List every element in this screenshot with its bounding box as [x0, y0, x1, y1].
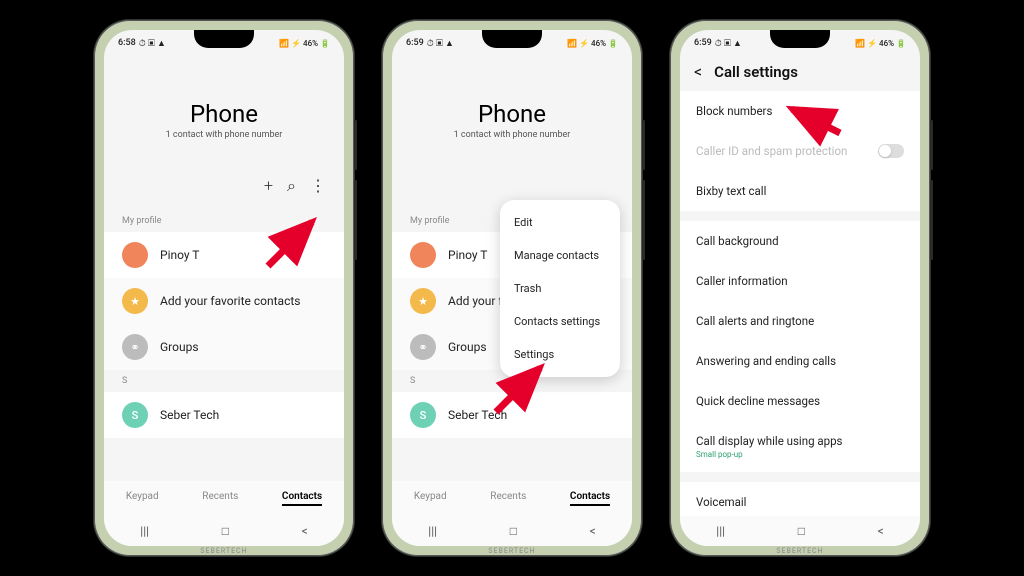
search-icon[interactable]: ⌕ — [287, 176, 296, 196]
status-right-icons: 📶 ⚡ 46% 🔋 — [855, 39, 906, 48]
nav-recent-icon[interactable]: ||| — [716, 524, 725, 538]
nav-home-icon[interactable]: □ — [798, 524, 805, 538]
page-subtitle: 1 contact with phone number — [104, 130, 344, 140]
settings-list[interactable]: Block numbers Caller ID and spam protect… — [680, 91, 920, 516]
brand-watermark: SEBERTECH — [200, 547, 247, 555]
contact-name: Seber Tech — [160, 408, 219, 422]
phone-mockup-3: 6:59 ⏱ ▣ ▲ 📶 ⚡ 46% 🔋 < Call settings Blo… — [670, 20, 930, 556]
profile-name: Pinoy T — [160, 248, 199, 262]
nav-back-icon[interactable]: < — [302, 524, 308, 538]
settings-caller-id: Caller ID and spam protection — [680, 131, 920, 171]
brand-watermark: SEBERTECH — [776, 547, 823, 555]
settings-call-background[interactable]: Call background — [680, 221, 920, 261]
nav-back-icon[interactable]: < — [590, 524, 596, 538]
page-title: Phone — [392, 100, 632, 128]
back-icon[interactable]: < — [694, 62, 702, 81]
avatar-s: S — [122, 402, 148, 428]
toggle-off-icon — [878, 144, 904, 158]
nav-bar: ||| □ < — [392, 516, 632, 546]
contact-name: Seber Tech — [448, 408, 507, 422]
section-s: S — [104, 370, 344, 392]
screen-2: 6:59 ⏱ ▣ ▲ 📶 ⚡ 46% 🔋 Phone 1 contact wit… — [392, 30, 632, 546]
menu-trash[interactable]: Trash — [500, 272, 620, 305]
tab-recents[interactable]: Recents — [490, 491, 526, 506]
status-left-icons: ⏱ ▣ ▲ — [139, 38, 166, 49]
settings-block-numbers[interactable]: Block numbers — [680, 91, 920, 131]
menu-manage-contacts[interactable]: Manage contacts — [500, 239, 620, 272]
avatar-profile — [410, 242, 436, 268]
notch — [482, 30, 542, 48]
favorites-row[interactable]: ★ Add your favorite contacts — [104, 278, 344, 324]
status-time: 6:59 — [694, 38, 712, 48]
status-right-icons: 📶 ⚡ 46% 🔋 — [567, 39, 618, 48]
avatar-s: S — [410, 402, 436, 428]
favorites-label: Add your favorite contacts — [160, 294, 300, 308]
star-icon: ★ — [122, 288, 148, 314]
tab-contacts[interactable]: Contacts — [570, 491, 610, 506]
settings-caller-info[interactable]: Caller information — [680, 261, 920, 301]
content-area: Phone 1 contact with phone number +⌕⋮ My… — [392, 52, 632, 481]
settings-header: < Call settings — [680, 52, 920, 91]
notch — [194, 30, 254, 48]
settings-decline[interactable]: Quick decline messages — [680, 381, 920, 421]
tab-contacts[interactable]: Contacts — [282, 491, 322, 506]
status-left-icons: ⏱ ▣ ▲ — [427, 38, 454, 49]
status-right-icons: 📶 ⚡ 46% 🔋 — [279, 39, 330, 48]
nav-home-icon[interactable]: □ — [222, 524, 229, 538]
bottom-tabs: Keypad Recents Contacts — [392, 481, 632, 516]
action-row: + ⌕ ⋮ — [104, 176, 344, 210]
groups-label: Groups — [448, 340, 487, 354]
screen-1: 6:58 ⏱ ▣ ▲ 📶 ⚡ 46% 🔋 Phone 1 contact wit… — [104, 30, 344, 546]
phone-mockup-1: 6:58 ⏱ ▣ ▲ 📶 ⚡ 46% 🔋 Phone 1 contact wit… — [94, 20, 354, 556]
tab-recents[interactable]: Recents — [202, 491, 238, 506]
hero: Phone 1 contact with phone number — [392, 52, 632, 176]
star-icon: ★ — [410, 288, 436, 314]
overflow-menu: Edit Manage contacts Trash Contacts sett… — [500, 200, 620, 377]
section-my-profile: My profile — [104, 210, 344, 232]
more-icon[interactable]: ⋮ — [310, 176, 326, 196]
nav-recent-icon[interactable]: ||| — [428, 524, 437, 538]
add-icon[interactable]: + — [264, 176, 273, 196]
content-area: Phone 1 contact with phone number + ⌕ ⋮ … — [104, 52, 344, 481]
settings-bixby[interactable]: Bixby text call — [680, 171, 920, 211]
nav-back-icon[interactable]: < — [878, 524, 884, 538]
phone-mockup-2: 6:59 ⏱ ▣ ▲ 📶 ⚡ 46% 🔋 Phone 1 contact wit… — [382, 20, 642, 556]
nav-bar: ||| □ < — [104, 516, 344, 546]
settings-title: Call settings — [714, 63, 798, 81]
nav-recent-icon[interactable]: ||| — [140, 524, 149, 538]
menu-edit[interactable]: Edit — [500, 206, 620, 239]
groups-label: Groups — [160, 340, 199, 354]
settings-answering[interactable]: Answering and ending calls — [680, 341, 920, 381]
brand-watermark: SEBERTECH — [488, 547, 535, 555]
status-left-icons: ⏱ ▣ ▲ — [715, 38, 742, 49]
groups-icon: ⚭ — [410, 334, 436, 360]
tab-keypad[interactable]: Keypad — [414, 491, 447, 506]
status-time: 6:59 — [406, 38, 424, 48]
contact-row[interactable]: S Seber Tech — [392, 392, 632, 438]
menu-settings[interactable]: Settings — [500, 338, 620, 371]
contact-row[interactable]: S Seber Tech — [104, 392, 344, 438]
avatar-profile — [122, 242, 148, 268]
nav-bar: ||| □ < — [680, 516, 920, 546]
profile-name: Pinoy T — [448, 248, 487, 262]
settings-display[interactable]: Call display while using apps Small pop-… — [680, 421, 920, 472]
settings-display-sub: Small pop-up — [696, 450, 842, 459]
groups-row[interactable]: ⚭ Groups — [104, 324, 344, 370]
hero: Phone 1 contact with phone number — [104, 52, 344, 176]
status-time: 6:58 — [118, 38, 136, 48]
tab-keypad[interactable]: Keypad — [126, 491, 159, 506]
settings-voicemail[interactable]: Voicemail — [680, 482, 920, 516]
page-title: Phone — [104, 100, 344, 128]
groups-icon: ⚭ — [122, 334, 148, 360]
notch — [770, 30, 830, 48]
bottom-tabs: Keypad Recents Contacts — [104, 481, 344, 516]
page-subtitle: 1 contact with phone number — [392, 130, 632, 140]
profile-row[interactable]: Pinoy T — [104, 232, 344, 278]
screen-3: 6:59 ⏱ ▣ ▲ 📶 ⚡ 46% 🔋 < Call settings Blo… — [680, 30, 920, 546]
nav-home-icon[interactable]: □ — [510, 524, 517, 538]
settings-alerts[interactable]: Call alerts and ringtone — [680, 301, 920, 341]
menu-contacts-settings[interactable]: Contacts settings — [500, 305, 620, 338]
